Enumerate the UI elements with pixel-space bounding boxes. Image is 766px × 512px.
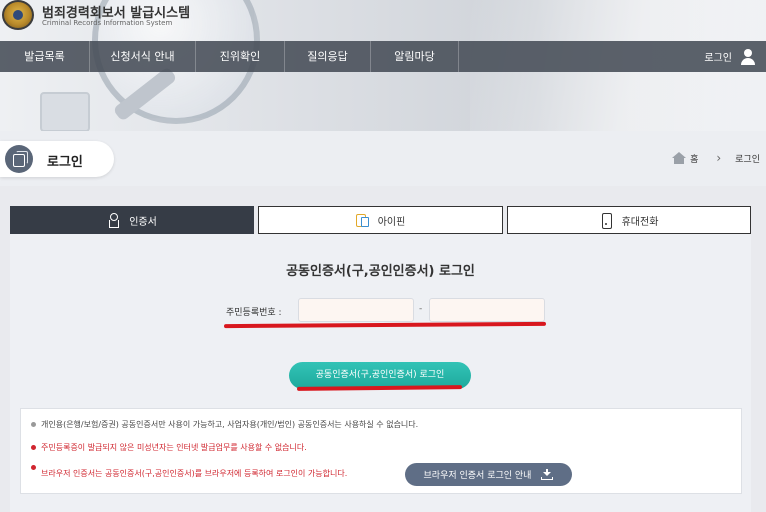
notice-item: 브라우저 인증서는 공동인증서(구,공인인증서)를 브라우저에 등록하여 로그인… [31,465,348,479]
notice-text: 주민등록증이 발급되지 않은 미성년자는 인터넷 발급업무를 사용할 수 없습니… [41,443,307,452]
rrn-front-input[interactable] [298,298,414,322]
certificate-icon [107,213,120,228]
notice-item: 주민등록증이 발급되지 않은 미성년자는 인터넷 발급업무를 사용할 수 없습니… [31,442,307,453]
tab-ipin-label: 아이핀 [377,216,406,228]
top-bar: 범죄경력회보서 발급시스템 Criminal Records Informati… [0,0,766,41]
nav-item-qna[interactable]: 질의응답 [285,41,371,72]
bullet-icon [31,422,36,427]
chevron-right-icon: › [716,151,722,165]
home-icon[interactable] [672,152,687,164]
tab-mobile-phone[interactable]: 휴대전화 [507,206,751,234]
page-title: 로그인 [47,155,83,170]
tab-mobile-phone-label: 휴대전화 [621,216,659,228]
main-nav: 발급목록 신청서식 안내 진위확인 질의응답 알림마당 로그인 [0,41,766,72]
ipin-icon [355,213,369,227]
notice-text: 개인용(은행/보험/증권) 공동인증서만 사용이 가능하고, 사업자용(개인/법… [41,420,419,429]
mobile-phone-icon [600,213,612,229]
nav-login-link[interactable]: 로그인 [704,41,756,72]
document-illustration [40,92,90,131]
tab-certificate[interactable]: 인증서 [10,206,254,234]
login-heading: 공동인증서(구,공인인증서) 로그인 [286,264,475,279]
tab-ipin[interactable]: 아이핀 [258,206,503,234]
annotation-underline-button [296,385,463,391]
bullet-icon [31,445,36,450]
breadcrumb-home[interactable]: 홈 [690,152,698,165]
rrn-dash: - [419,304,423,314]
user-icon [740,48,756,65]
nav-item-notice-board[interactable]: 알림마당 [371,41,459,72]
notice-box: 개인용(은행/보험/증권) 공동인증서만 사용이 가능하고, 사업자용(개인/법… [20,408,742,494]
annotation-underline-rrn [223,321,547,329]
notice-text: 브라우저 인증서는 공동인증서(구,공인인증서)를 브라우저에 등록하여 로그인… [41,469,348,478]
breadcrumb-current: 로그인 [735,154,760,165]
police-emblem-icon[interactable] [2,0,34,30]
login-panel: 공동인증서(구,공인인증서) 로그인 주민등록번호 : - 공동인증서(구,공인… [10,234,751,512]
nav-item-issue-list[interactable]: 발급목록 [0,41,90,72]
nav-item-application-forms[interactable]: 신청서식 안내 [90,41,196,72]
nav-login-label: 로그인 [704,53,732,64]
login-page-icon [5,145,33,173]
login-method-tabs: 인증서 아이핀 휴대전화 [10,206,751,234]
rrn-back-input[interactable] [429,298,545,322]
notice-item: 개인용(은행/보험/증권) 공동인증서만 사용이 가능하고, 사업자용(개인/법… [31,419,418,430]
browser-cert-guide-label: 브라우저 인증서 로그인 안내 [423,471,532,481]
rrn-label: 주민등록번호 : [226,308,282,318]
page-title-strip [0,131,766,186]
breadcrumb: 홈 › 로그인 [672,150,760,166]
nav-item-authenticity-check[interactable]: 진위확인 [196,41,285,72]
bullet-icon [31,465,36,470]
site-subtitle: Criminal Records Information System [42,19,173,27]
tab-certificate-label: 인증서 [129,216,157,228]
download-icon [541,469,554,480]
browser-cert-guide-button[interactable]: 브라우저 인증서 로그인 안내 [405,463,572,486]
